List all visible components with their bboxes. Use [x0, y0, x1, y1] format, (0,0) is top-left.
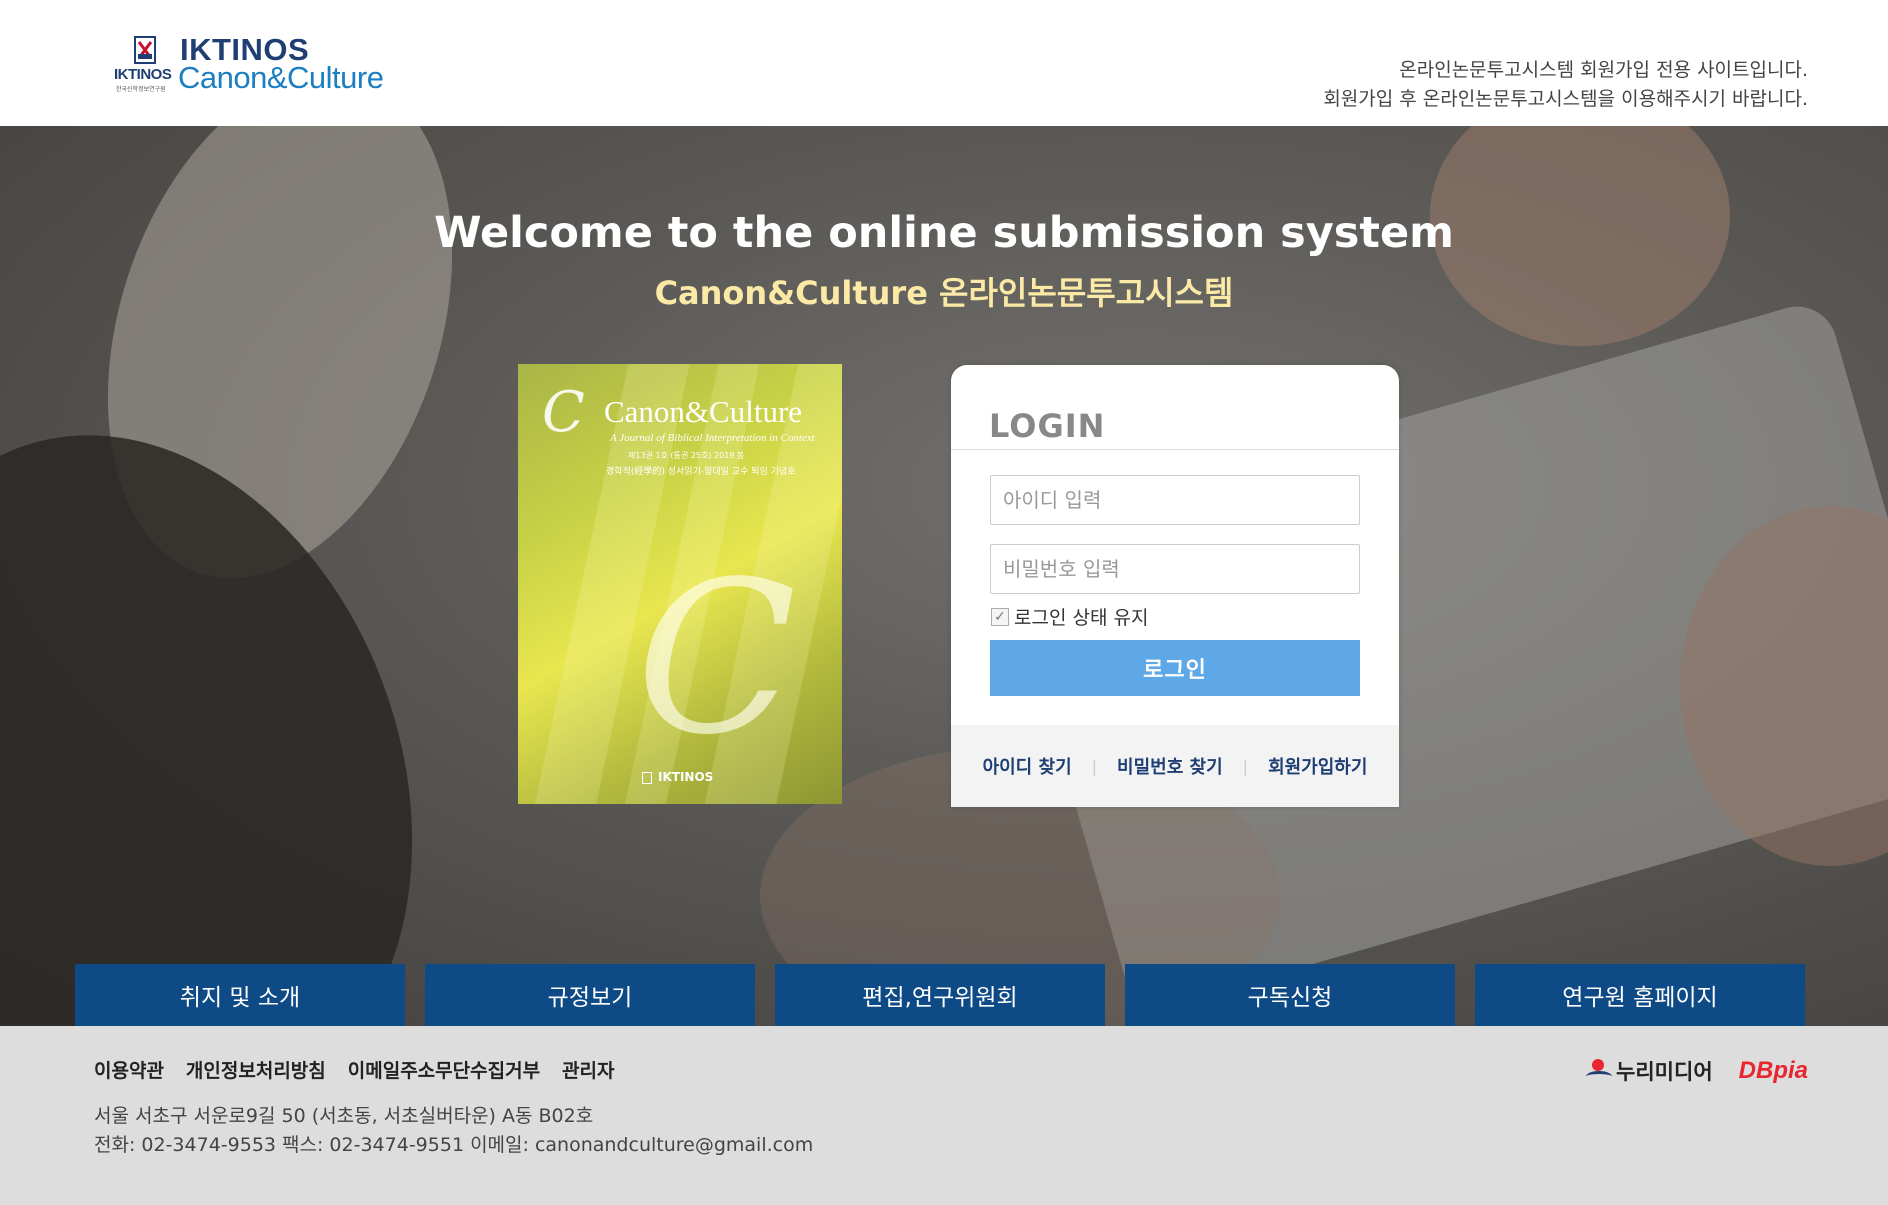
cover-publisher-icon: [642, 772, 652, 784]
cover-title: Canon&Culture: [604, 394, 803, 429]
logo-tiny-text: 한국신학정보연구원: [116, 86, 166, 93]
cover-issue: 제13권 1호 (통권 25호) 2019 봄: [628, 451, 745, 460]
hero-section: Welcome to the online submission system …: [0, 126, 1888, 1026]
link-separator: |: [1242, 756, 1249, 776]
login-links-bar: 아이디 찾기 | 비밀번호 찾기 | 회원가입하기: [951, 725, 1399, 807]
footer-address-block: 서울 서초구 서운로9길 50 (서초동, 서초실버타운) A동 B02호 전화…: [94, 1102, 813, 1160]
site-logo[interactable]: IKTINOS 한국신학정보연구원 IKTINOS Canon&Culture: [114, 32, 394, 98]
hero-overlay: [0, 126, 1888, 1026]
user-id-input[interactable]: [990, 475, 1360, 525]
cover-subtitle: A Journal of Biblical Interpretation in …: [610, 432, 815, 444]
nuri-media-logo-icon: [1586, 1059, 1613, 1083]
password-input[interactable]: [990, 544, 1360, 594]
footer-links: 이용약관 개인정보처리방침 이메일주소무단수집거부 관리자: [94, 1056, 615, 1083]
signup-link[interactable]: 회원가입하기: [1268, 753, 1367, 779]
login-button[interactable]: 로그인: [990, 640, 1360, 696]
cover-cc-mark: C: [542, 380, 585, 445]
notice-line-1: 온라인논문투고시스템 회원가입 전용 사이트입니다.: [1399, 59, 1808, 81]
terms-link[interactable]: 이용약관: [94, 1056, 164, 1083]
site-footer: 이용약관 개인정보처리방침 이메일주소무단수집거부 관리자 서울 서초구 서운로…: [0, 1026, 1888, 1205]
keep-login-checkbox[interactable]: ✓ 로그인 상태 유지: [991, 603, 1148, 630]
logo-title-line2: Canon&Culture: [178, 60, 384, 95]
find-password-link[interactable]: 비밀번호 찾기: [1117, 753, 1223, 779]
nav-institute-homepage-button[interactable]: 연구원 홈페이지: [1475, 964, 1805, 1026]
footer-contact: 전화: 02-3474-9553 팩스: 02-3474-9551 이메일: c…: [94, 1134, 814, 1156]
welcome-heading: Welcome to the online submission system: [434, 208, 1454, 258]
dbpia-logo[interactable]: DBpia: [1739, 1057, 1808, 1085]
nav-subscribe-button[interactable]: 구독신청: [1125, 964, 1455, 1026]
link-separator: |: [1091, 756, 1098, 776]
cover-big-cc-mark: C: [636, 536, 797, 781]
nav-rules-button[interactable]: 규정보기: [425, 964, 755, 1026]
nuri-media-logo[interactable]: 누리미디어: [1586, 1056, 1713, 1086]
notice-line-2: 회원가입 후 온라인논문투고시스템을 이용해주시기 바랍니다.: [1323, 88, 1808, 110]
partner-logos: 누리미디어 DBpia: [1586, 1056, 1808, 1086]
cover-publisher: IKTINOS: [658, 770, 714, 784]
email-refusal-link[interactable]: 이메일주소무단수집거부: [348, 1056, 540, 1083]
admin-link[interactable]: 관리자: [562, 1056, 614, 1083]
site-header: IKTINOS 한국신학정보연구원 IKTINOS Canon&Culture …: [0, 0, 1888, 126]
footer-address: 서울 서초구 서운로9길 50 (서초동, 서초실버타운) A동 B02호: [94, 1105, 594, 1127]
logo-small-text: IKTINOS: [114, 66, 172, 83]
journal-cover-image: C Canon&Culture A Journal of Biblical In…: [518, 364, 842, 804]
nuri-media-text: 누리미디어: [1616, 1060, 1713, 1084]
iktinos-emblem-icon: [134, 36, 156, 64]
login-divider: [951, 449, 1399, 450]
find-id-link[interactable]: 아이디 찾기: [983, 753, 1072, 779]
bottom-nav: 취지 및 소개 규정보기 편집,연구위원회 구독신청 연구원 홈페이지: [75, 964, 1805, 1026]
cover-theme: 경학적(經學的) 성서읽기-왕대일 교수 퇴임 기념호: [606, 467, 796, 477]
header-notice: 온라인논문투고시스템 회원가입 전용 사이트입니다. 회원가입 후 온라인논문투…: [1323, 56, 1808, 114]
system-subtitle: Canon&Culture 온라인논문투고시스템: [654, 274, 1234, 312]
nav-about-button[interactable]: 취지 및 소개: [75, 964, 405, 1026]
keep-login-label[interactable]: 로그인 상태 유지: [1014, 603, 1148, 630]
privacy-policy-link[interactable]: 개인정보처리방침: [186, 1056, 326, 1083]
nav-committee-button[interactable]: 편집,연구위원회: [775, 964, 1105, 1026]
checkbox-check-icon[interactable]: ✓: [991, 607, 1009, 626]
login-panel: LOGIN ✓ 로그인 상태 유지 로그인 아이디 찾기 | 비밀번호 찾기 |…: [951, 365, 1399, 807]
login-title: LOGIN: [989, 407, 1106, 445]
